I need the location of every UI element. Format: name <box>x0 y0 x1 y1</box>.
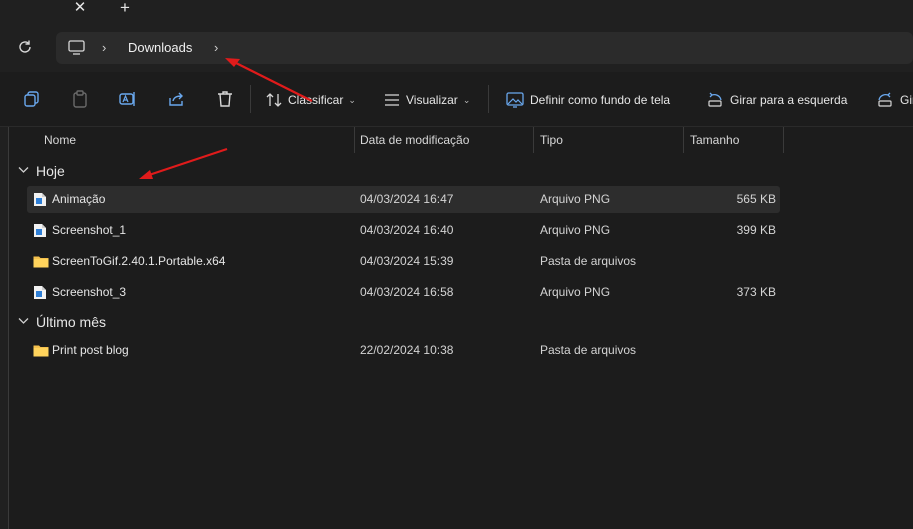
rotate-left-label: Girar para a esquerda <box>730 93 848 107</box>
file-size: 373 KB <box>736 285 776 299</box>
sort-label: Classificar <box>288 93 344 107</box>
column-header-size[interactable]: Tamanho <box>690 127 739 153</box>
file-date: 22/02/2024 10:38 <box>360 343 454 357</box>
file-row[interactable]: Print post blog 22/02/2024 10:38 Pasta d… <box>27 337 780 364</box>
address-row: › Downloads › <box>0 24 913 72</box>
toolbar-divider <box>250 85 251 113</box>
tab-strip: ✕ + <box>0 0 913 24</box>
file-row[interactable]: ScreenToGif.2.40.1.Portable.x64 04/03/20… <box>27 248 780 275</box>
sort-button[interactable]: Classificar ⌄ <box>266 91 356 109</box>
file-date: 04/03/2024 15:39 <box>360 254 454 268</box>
breadcrumb-separator-icon[interactable]: › <box>102 40 106 55</box>
file-type: Arquivo PNG <box>540 223 611 237</box>
file-date: 04/03/2024 16:47 <box>360 192 454 206</box>
annotation-arrow <box>139 147 228 179</box>
rotate-left-icon <box>708 92 722 107</box>
rotate-right-button[interactable]: Gir <box>876 91 913 109</box>
group-header-last-month[interactable]: Último mês <box>18 311 106 333</box>
set-as-background-button[interactable]: Definir como fundo de tela <box>506 91 670 109</box>
rotate-right-icon <box>878 92 892 107</box>
chevron-down-icon <box>18 316 30 328</box>
copy-icon[interactable] <box>23 90 41 108</box>
file-type: Pasta de arquivos <box>540 343 637 357</box>
file-date: 04/03/2024 16:58 <box>360 285 454 299</box>
png-file-icon <box>33 285 47 300</box>
group-label: Último mês <box>36 314 107 330</box>
delete-icon[interactable] <box>216 90 234 108</box>
breadcrumb-downloads[interactable]: Downloads <box>128 40 192 55</box>
folder-icon <box>33 343 49 358</box>
chevron-down-icon: ⌄ <box>348 94 356 105</box>
file-name: Screenshot_1 <box>52 223 127 237</box>
file-type: Arquivo PNG <box>540 192 611 206</box>
breadcrumb-separator-icon[interactable]: › <box>214 40 218 55</box>
file-name: Animação <box>52 192 106 206</box>
column-divider[interactable] <box>533 127 534 153</box>
column-headers: Nome Data de modificação Tipo Tamanho <box>9 127 913 153</box>
view-icon <box>385 94 399 106</box>
column-header-type[interactable]: Tipo <box>540 127 563 153</box>
file-size: 399 KB <box>736 223 776 237</box>
file-type: Pasta de arquivos <box>540 254 637 268</box>
column-divider[interactable] <box>783 127 784 153</box>
file-name: Screenshot_3 <box>52 285 127 299</box>
file-date: 04/03/2024 16:40 <box>360 223 454 237</box>
close-tab-icon[interactable]: ✕ <box>72 0 88 16</box>
new-tab-button[interactable]: + <box>117 0 133 17</box>
group-header-today[interactable]: Hoje <box>18 160 65 182</box>
file-type: Arquivo PNG <box>540 285 611 299</box>
rename-icon[interactable] <box>119 90 137 108</box>
this-pc-icon[interactable] <box>68 40 85 58</box>
chevron-down-icon: ⌄ <box>462 94 471 105</box>
address-bar[interactable]: › Downloads › <box>56 32 913 64</box>
view-label: Visualizar <box>406 93 458 107</box>
file-name: ScreenToGif.2.40.1.Portable.x64 <box>52 254 226 268</box>
set-as-background-label: Definir como fundo de tela <box>530 93 671 107</box>
file-row[interactable]: Screenshot_1 04/03/2024 16:40 Arquivo PN… <box>27 217 780 244</box>
rotate-right-label: Gir <box>900 93 913 107</box>
rotate-left-button[interactable]: Girar para a esquerda <box>706 91 847 109</box>
wallpaper-icon <box>506 92 524 108</box>
column-header-name[interactable]: Nome <box>44 127 76 153</box>
column-divider[interactable] <box>354 127 355 153</box>
file-row[interactable]: Animação 04/03/2024 16:47 Arquivo PNG 56… <box>27 186 780 213</box>
navigation-pane[interactable] <box>0 127 9 529</box>
column-header-date[interactable]: Data de modificação <box>360 127 469 153</box>
file-row[interactable]: Screenshot_3 04/03/2024 16:58 Arquivo PN… <box>27 279 780 306</box>
file-size: 565 KB <box>736 192 776 206</box>
png-file-icon <box>33 192 47 207</box>
file-name: Print post blog <box>52 343 129 357</box>
paste-icon[interactable] <box>71 90 89 108</box>
sort-icon <box>266 93 282 107</box>
column-divider[interactable] <box>683 127 684 153</box>
png-file-icon <box>33 223 47 238</box>
toolbar-divider <box>488 85 489 113</box>
chevron-down-icon <box>18 165 30 177</box>
group-label: Hoje <box>36 163 65 179</box>
share-icon[interactable] <box>167 90 185 108</box>
command-bar: Classificar ⌄ Visualizar ⌄ Definir como … <box>0 72 913 127</box>
refresh-icon[interactable] <box>17 39 35 57</box>
view-button[interactable]: Visualizar ⌄ <box>384 91 470 109</box>
folder-icon <box>33 254 49 269</box>
